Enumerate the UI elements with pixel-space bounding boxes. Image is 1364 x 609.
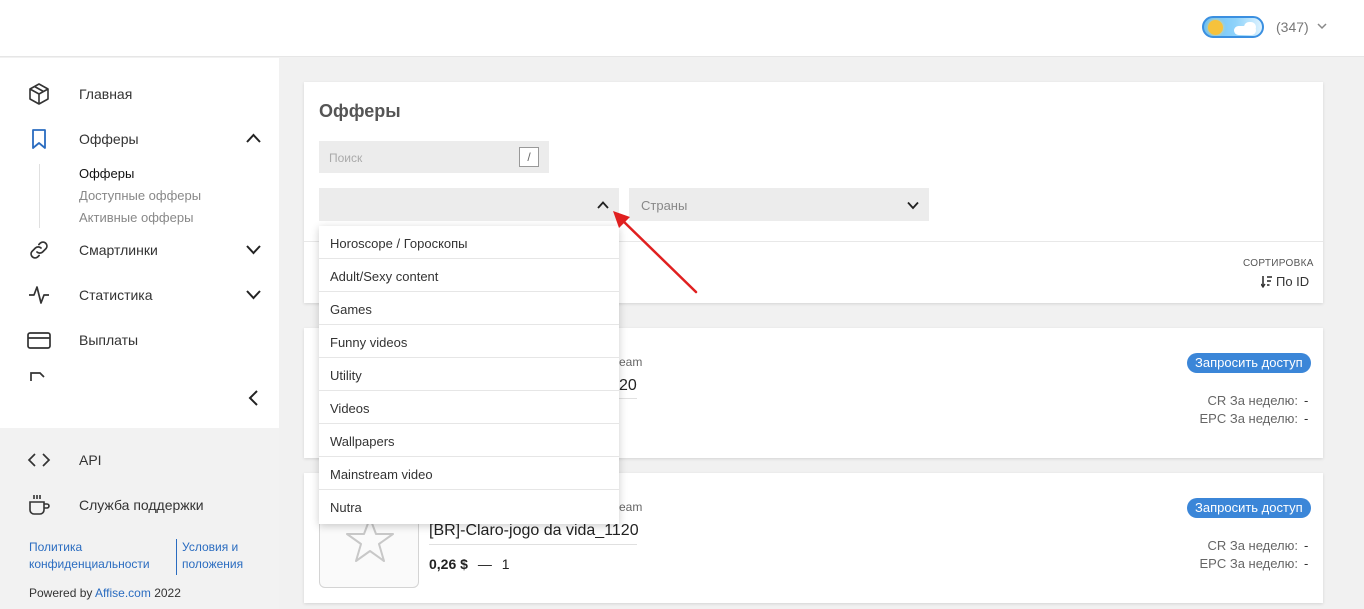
cr-label: CR За неделю: <box>1207 393 1298 408</box>
chevron-down-icon[interactable] <box>245 243 262 255</box>
epc-value: - <box>1304 411 1309 426</box>
sidebar-item-label: Выплаты <box>79 332 139 348</box>
offer-title-underline <box>429 544 637 545</box>
search-placeholder: Поиск <box>329 151 363 165</box>
dropdown-option[interactable]: Games <box>319 292 619 325</box>
terms-line-2: положения <box>182 557 244 571</box>
dropdown-option[interactable]: Utility <box>319 358 619 391</box>
category-dropdown: Horoscope / Гороскопы Adult/Sexy content… <box>319 226 619 524</box>
terms-link[interactable]: Условия и положения <box>182 539 243 573</box>
privacy-policy-link[interactable]: Политика конфиденциальности <box>29 539 150 573</box>
cr-value: - <box>1304 538 1309 553</box>
user-balance-count[interactable]: (347) <box>1276 19 1309 35</box>
chevron-down-icon <box>907 201 919 210</box>
cloud-icon-small <box>1244 22 1256 32</box>
request-access-button[interactable]: Запросить доступ <box>1187 353 1311 373</box>
submenu-line <box>39 164 40 228</box>
dropdown-option[interactable]: Mainstream video <box>319 457 619 490</box>
sidebar-item-smartlinks[interactable]: Смартлинки <box>0 232 279 268</box>
cr-value: - <box>1304 393 1309 408</box>
epc-value: - <box>1304 556 1309 571</box>
sidebar-item-label: Смартлинки <box>79 242 158 258</box>
cr-label: CR За неделю: <box>1207 538 1298 553</box>
cube-icon <box>29 83 49 105</box>
sidebar-item-payouts[interactable]: Выплаты <box>0 322 279 358</box>
offer-category: eam <box>619 500 643 514</box>
sidebar-item-label: API <box>79 452 102 468</box>
sidebar-item-label: Служба поддержки <box>79 497 204 513</box>
collapse-sidebar-icon[interactable] <box>246 389 260 407</box>
sidebar-item-statistics[interactable]: Статистика <box>0 277 279 313</box>
powered-by-text: Powered by <box>29 586 93 600</box>
epc-label: EPC За неделю: <box>1199 411 1299 426</box>
page-title: Офферы <box>319 101 401 121</box>
affise-link[interactable]: Affise.com <box>95 586 151 600</box>
code-icon <box>27 453 51 467</box>
submenu-item-available-offers[interactable]: Доступные офферы <box>79 188 201 203</box>
dropdown-option[interactable]: Nutra <box>319 490 619 523</box>
footer-separator <box>176 539 177 575</box>
powered-by: Powered by Affise.com 2022 <box>29 586 181 600</box>
dropdown-option[interactable]: Videos <box>319 391 619 424</box>
sort-label: СОРТИРОВКА <box>1243 258 1314 269</box>
sort-icon <box>1261 276 1272 288</box>
weather-toggle[interactable] <box>1202 16 1264 38</box>
sort-value: По ID <box>1276 274 1310 289</box>
offer-dash: — <box>477 556 492 572</box>
sidebar-item-offers[interactable]: Офферы <box>0 121 279 157</box>
offer-category: eam <box>619 355 643 369</box>
credit-card-icon <box>27 332 51 349</box>
sidebar-item-label: Главная <box>79 86 133 102</box>
coffee-cup-icon <box>29 495 50 515</box>
sidebar-item-support[interactable]: Служба поддержки <box>0 487 279 523</box>
offer-payout: 0,26 $ — 1 <box>429 556 510 572</box>
search-input[interactable]: Поиск / <box>319 141 549 173</box>
top-bar: (347) <box>0 0 1364 57</box>
offer-price: 0,26 $ <box>429 556 468 572</box>
dropdown-option[interactable]: Adult/Sexy content <box>319 259 619 292</box>
sidebar-item-label: Статистика <box>79 287 153 303</box>
request-access-button[interactable]: Запросить доступ <box>1187 498 1311 518</box>
chevron-down-icon[interactable] <box>1316 20 1328 32</box>
terms-line-1: Условия и <box>182 540 239 554</box>
submenu-item-offers[interactable]: Офферы <box>79 166 134 181</box>
category-select[interactable] <box>319 188 619 221</box>
offer-title[interactable]: 20 <box>619 377 637 395</box>
chevron-down-icon[interactable] <box>245 288 262 300</box>
bookmark-icon <box>32 129 46 149</box>
annotation-arrow-icon <box>613 211 698 294</box>
pulse-icon <box>29 286 49 304</box>
sidebar-item-api[interactable]: API <box>0 442 279 478</box>
powered-year: 2022 <box>154 586 181 600</box>
link-icon <box>30 241 48 259</box>
submenu-item-active-offers[interactable]: Активные офферы <box>79 210 193 225</box>
privacy-line-2: конфиденциальности <box>29 557 150 571</box>
epc-label: EPC За неделю: <box>1199 556 1299 571</box>
dropdown-option[interactable]: Horoscope / Гороскопы <box>319 226 619 259</box>
dropdown-option[interactable]: Funny videos <box>319 325 619 358</box>
offer-title-underline <box>619 398 637 399</box>
offer-title[interactable]: [BR]-Claro-jogo da vida_1120 <box>429 522 639 540</box>
chevron-up-icon[interactable] <box>245 132 262 144</box>
dropdown-option[interactable]: Wallpapers <box>319 424 619 457</box>
privacy-line-1: Политика <box>29 540 83 554</box>
sidebar-item-home[interactable]: Главная <box>0 76 279 112</box>
offer-count: 1 <box>501 556 510 572</box>
partial-icon <box>30 372 45 381</box>
sun-icon <box>1208 20 1223 35</box>
chevron-up-icon <box>597 201 609 209</box>
sidebar-item-label: Офферы <box>79 131 139 147</box>
shortcut-key: / <box>519 147 539 167</box>
